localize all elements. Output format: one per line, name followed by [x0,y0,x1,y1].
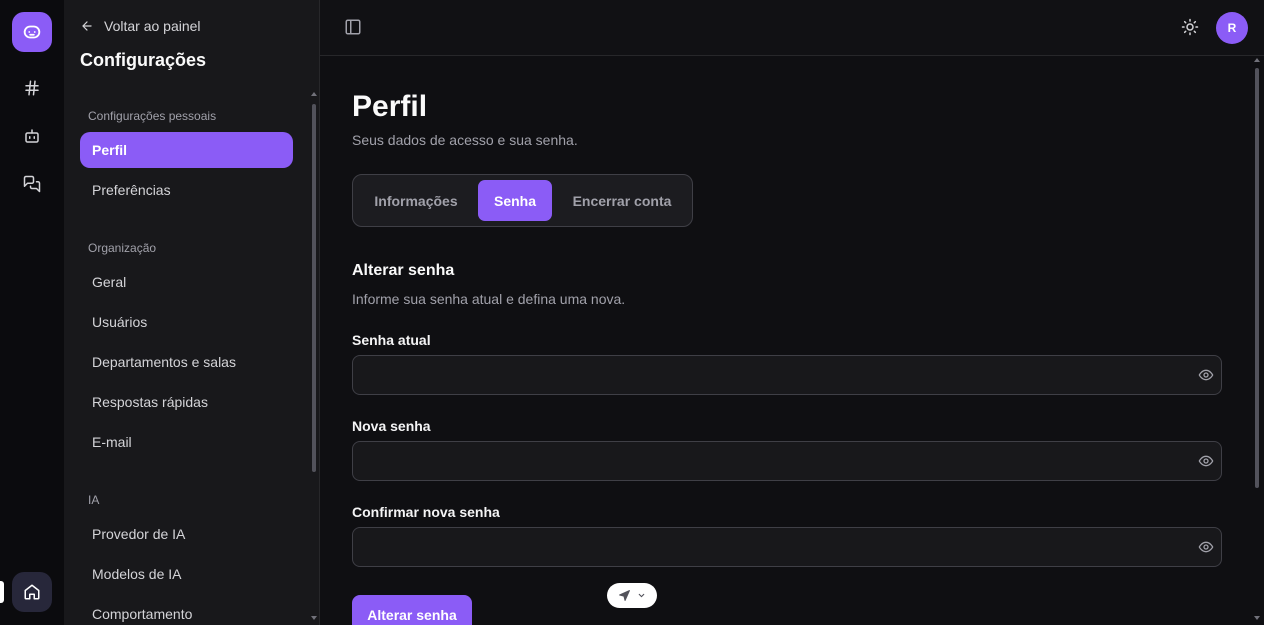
current-password-label: Senha atual [352,332,431,348]
sidebar-item-geral[interactable]: Geral [80,264,293,300]
sidebar-item-perfil[interactable]: Perfil [80,132,293,168]
section-label-ia: IA [88,493,100,507]
floating-widget[interactable] [607,583,657,608]
sidebar-scrollbar[interactable] [311,92,318,625]
sidebar-item-usuarios[interactable]: Usuários [80,304,293,340]
sidebar-item-provedor-ia[interactable]: Provedor de IA [80,516,293,552]
sidebar-item-departamentos[interactable]: Departamentos e salas [80,344,293,380]
home-icon[interactable] [12,572,52,612]
change-password-button[interactable]: Alterar senha [352,595,472,625]
arrow-left-icon [82,21,92,31]
bot-icon[interactable] [16,120,48,152]
sidebar-item-modelos-ia[interactable]: Modelos de IA [80,556,293,592]
section-label-personal: Configurações pessoais [88,109,217,123]
scroll-up-arrow[interactable] [311,92,317,96]
chevron-down-icon [638,593,645,598]
page-title: Perfil [352,90,428,123]
confirm-password-field [352,527,1222,567]
sidebar-title: Configurações [80,50,207,70]
bot-face-icon[interactable] [12,12,52,52]
eye-icon[interactable] [1198,367,1214,383]
main-scroll-thumb[interactable] [1255,68,1259,488]
sidebar-item-comportamento[interactable]: Comportamento [80,596,293,625]
hash-icon[interactable] [16,72,48,104]
page-subtitle: Seus dados de acesso e sua senha. [352,132,578,148]
eye-icon[interactable] [1198,453,1214,469]
scroll-down-arrow[interactable] [1254,616,1260,620]
icon-rail [0,0,64,625]
tab-senha[interactable]: Senha [478,180,552,221]
section-subtitle: Informe sua senha atual e defina uma nov… [352,291,626,307]
chat-icon[interactable] [16,168,48,200]
sidebar-item-email[interactable]: E-mail [80,424,293,460]
sun-icon[interactable] [1181,18,1201,38]
sidebar-nav: Configurações pessoais Perfil Preferênci… [64,90,308,625]
profile-tabs: Informações Senha Encerrar conta [352,174,693,227]
current-password-field [352,355,1222,395]
active-indicator [0,581,4,603]
current-password-input[interactable] [353,356,1183,394]
back-to-dashboard-link[interactable]: Voltar ao painel [80,16,201,36]
eye-icon[interactable] [1198,539,1214,555]
main-content: Perfil Seus dados de acesso e sua senha.… [320,56,1264,625]
scroll-up-arrow[interactable] [1254,58,1260,62]
new-password-input[interactable] [353,442,1183,480]
back-label: Voltar ao painel [104,18,201,34]
new-password-field [352,441,1222,481]
main-scrollbar[interactable] [1254,58,1262,625]
sidebar-scroll-thumb[interactable] [312,104,316,472]
settings-sidebar: Voltar ao painel Configurações Configura… [64,0,320,625]
avatar[interactable]: R [1216,12,1248,44]
sidebar-item-respostas-rapidas[interactable]: Respostas rápidas [80,384,293,420]
confirm-password-input[interactable] [353,528,1183,566]
section-label-organization: Organização [88,241,157,255]
new-password-label: Nova senha [352,418,431,434]
scroll-down-arrow[interactable] [311,616,317,620]
send-icon [619,590,630,601]
tab-encerrar-conta[interactable]: Encerrar conta [557,180,687,221]
sidebar-toggle-icon[interactable] [344,18,364,38]
top-bar: R [320,0,1264,56]
section-title: Alterar senha [352,262,455,279]
tab-informacoes[interactable]: Informações [359,180,473,221]
confirm-password-label: Confirmar nova senha [352,504,500,520]
app-window: Voltar ao painel Configurações Configura… [0,0,1264,625]
sidebar-item-preferencias[interactable]: Preferências [80,172,293,208]
